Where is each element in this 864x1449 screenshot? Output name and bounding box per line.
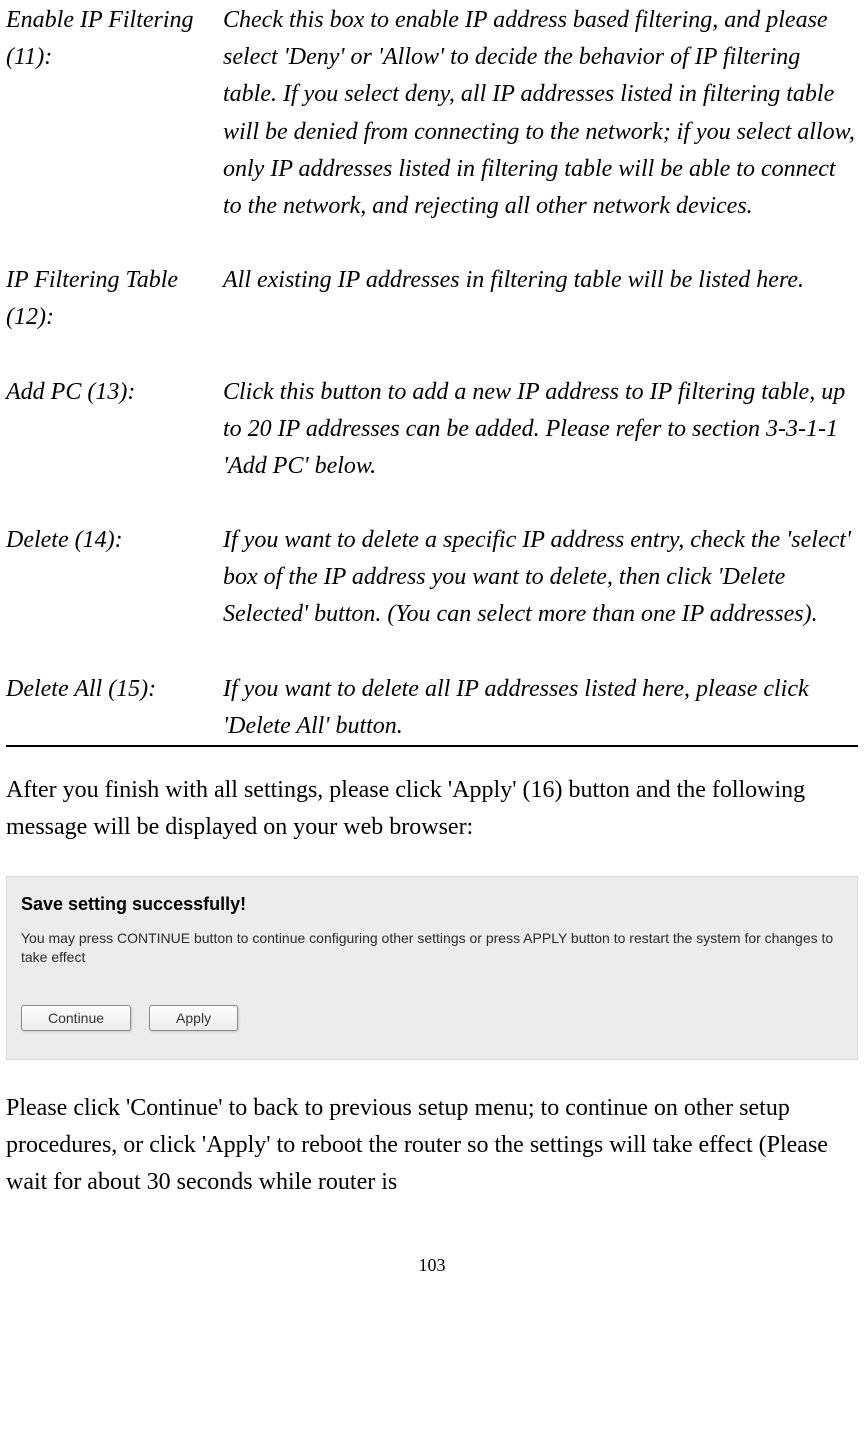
definition-row: Enable IP Filtering (11): Check this box…: [6, 2, 858, 225]
definition-term: Add PC (13):: [6, 374, 223, 411]
continue-button[interactable]: Continue: [21, 1005, 131, 1031]
definition-row: Add PC (13): Click this button to add a …: [6, 374, 858, 486]
definition-term: Delete All (15):: [6, 671, 223, 708]
definitions-block: Enable IP Filtering (11): Check this box…: [6, 2, 858, 745]
section-divider: [6, 745, 858, 747]
dialog-title: Save setting successfully!: [21, 891, 843, 919]
definition-row: IP Filtering Table (12): All existing IP…: [6, 262, 858, 336]
definition-description: Click this button to add a new IP addres…: [223, 374, 858, 486]
definition-row: Delete All (15): If you want to delete a…: [6, 671, 858, 745]
after-settings-text: After you finish with all settings, plea…: [6, 772, 858, 846]
spacer: [6, 225, 858, 262]
definition-term: Enable IP Filtering (11):: [6, 2, 223, 76]
spacer: [6, 337, 858, 374]
definition-description: If you want to delete a specific IP addr…: [223, 522, 858, 634]
definition-term: IP Filtering Table (12):: [6, 262, 223, 336]
definition-description: Check this box to enable IP address base…: [223, 2, 858, 225]
dialog-buttons: Continue Apply: [21, 1005, 843, 1031]
apply-button[interactable]: Apply: [149, 1005, 238, 1031]
dialog-message: You may press CONTINUE button to continu…: [21, 929, 843, 967]
dialog-screenshot: Save setting successfully! You may press…: [6, 876, 858, 1060]
spacer: [6, 634, 858, 671]
definition-term: Delete (14):: [6, 522, 223, 559]
save-dialog: Save setting successfully! You may press…: [6, 876, 858, 1060]
page-number: 103: [6, 1252, 858, 1280]
continue-instruction-text: Please click 'Continue' to back to previ…: [6, 1090, 858, 1202]
definition-description: All existing IP addresses in filtering t…: [223, 262, 858, 299]
definition-description: If you want to delete all IP addresses l…: [223, 671, 858, 745]
definition-row: Delete (14): If you want to delete a spe…: [6, 522, 858, 634]
spacer: [6, 485, 858, 522]
